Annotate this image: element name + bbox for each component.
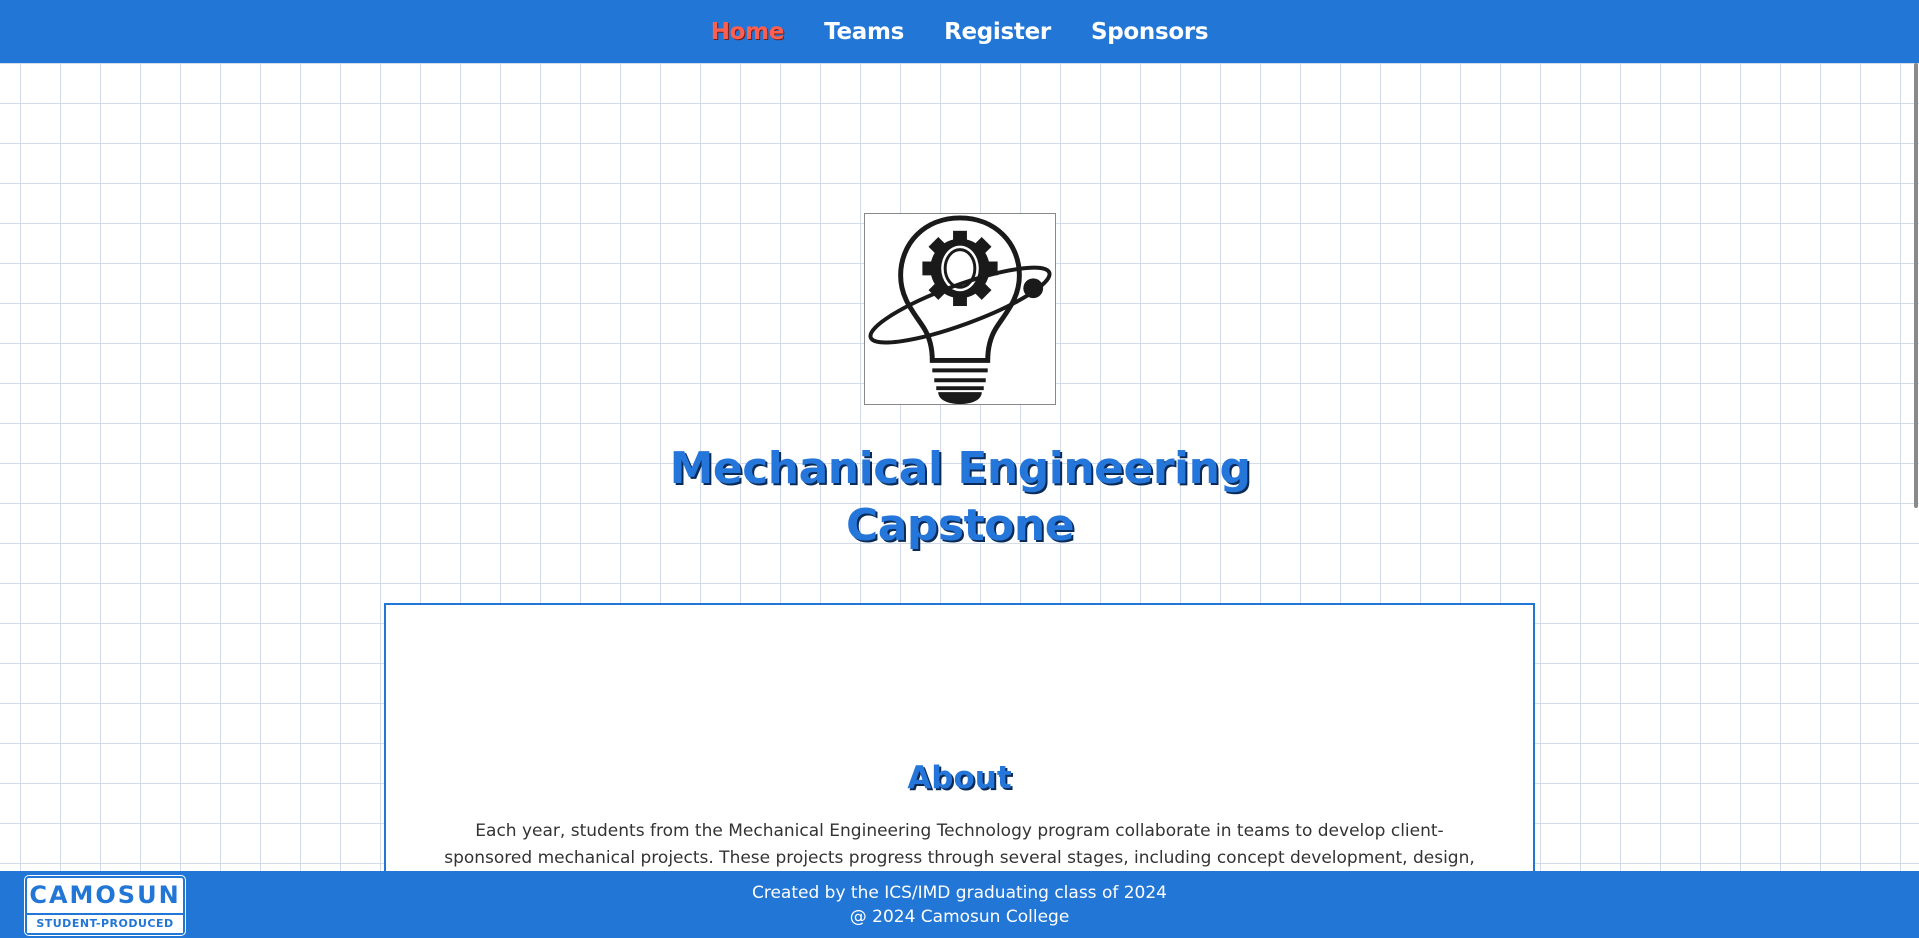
nav-link-sponsors[interactable]: Sponsors — [1091, 19, 1209, 45]
footer-text: Created by the ICS/IMD graduating class … — [0, 881, 1919, 929]
footer: CAMOSUN STUDENT-PRODUCED Created by the … — [0, 871, 1919, 938]
footer-credit: Created by the ICS/IMD graduating class … — [751, 883, 1167, 903]
nav-link-home[interactable]: Home — [711, 19, 785, 45]
nav-link-teams[interactable]: Teams — [824, 19, 904, 45]
about-card: About Each year, students from the Mecha… — [384, 603, 1535, 895]
nav-link-register[interactable]: Register — [944, 19, 1051, 45]
lightbulb-gear-orbit-icon — [868, 215, 1052, 404]
page-title-line2: Capstone — [845, 500, 1075, 551]
scrollbar-thumb[interactable] — [1914, 63, 1918, 508]
top-navigation: Home Teams Register Sponsors — [0, 0, 1919, 63]
page-title-line1: Mechanical Engineering — [669, 443, 1251, 494]
page-title: Mechanical Engineering Capstone — [560, 440, 1360, 554]
about-heading: About — [907, 760, 1012, 796]
capstone-logo — [864, 213, 1056, 405]
footer-copyright: @ 2024 Camosun College — [849, 907, 1070, 927]
